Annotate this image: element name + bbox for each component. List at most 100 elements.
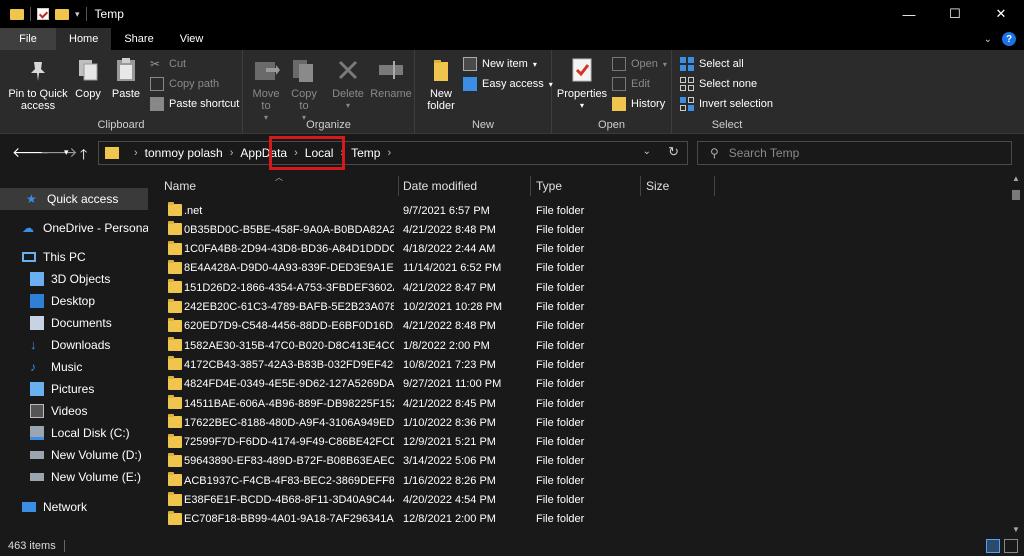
address-bar[interactable]: › tonmoy polash › AppData › Local › Temp… [98, 141, 688, 165]
nav-local-disk-c[interactable]: Local Disk (C:) [0, 422, 148, 444]
recent-locations-icon[interactable]: ▾ [64, 147, 69, 158]
paste-shortcut-icon [150, 97, 164, 111]
file-type: File folder [536, 416, 585, 429]
refresh-icon[interactable]: ↻ [668, 144, 679, 160]
select-none-button[interactable]: Select none [680, 75, 757, 93]
computer-icon [22, 252, 36, 262]
table-row[interactable]: 1582AE30-315B-47C0-B020-D8C413E4CC44 1/8/… [148, 336, 1008, 355]
table-row[interactable]: ACB1937C-F4CB-4F83-BEC2-3869DEFF8A... 1/1… [148, 471, 1008, 490]
table-row[interactable]: 8E4A428A-D9D0-4A93-839F-DED3E9A1E5... 11/… [148, 259, 1008, 278]
copy-icon [79, 60, 98, 81]
table-row[interactable]: 620ED7D9-C548-4456-88DD-E6BF0D16D2... 4/2… [148, 317, 1008, 336]
search-icon: ⚲ [710, 146, 719, 160]
expand-ribbon-icon[interactable]: ⌄ [984, 34, 992, 45]
breadcrumb-user[interactable]: tonmoy polash [145, 146, 223, 160]
copy-button[interactable]: Copy [72, 56, 104, 100]
move-to-button[interactable]: Move to ▾ [249, 56, 283, 124]
window-title: Temp [94, 7, 124, 21]
up-button[interactable]: 🡑 [80, 144, 87, 168]
new-label: New [471, 119, 494, 131]
table-row[interactable]: 4824FD4E-0349-4E5E-9D62-127A5269DA50 9/27… [148, 375, 1008, 394]
table-row[interactable]: 72599F7D-F6DD-4174-9F49-C86BE42FCD1F 12/9… [148, 433, 1008, 452]
table-row[interactable]: .net 9/7/2021 6:57 PM File folder [148, 201, 1008, 220]
tab-view[interactable]: View [167, 28, 217, 50]
file-date: 4/20/2022 4:54 PM [403, 494, 496, 506]
invert-selection-button[interactable]: Invert selection [680, 95, 773, 113]
column-header-type[interactable]: Type [530, 174, 640, 198]
copy-to-button[interactable]: Copy to ▾ [287, 56, 321, 124]
history-button[interactable]: History [612, 95, 665, 113]
delete-button[interactable]: Delete ▾ [331, 56, 365, 112]
new-folder-icon[interactable] [55, 8, 69, 20]
minimize-button[interactable]: — [886, 0, 932, 28]
nav-pictures[interactable]: Pictures [0, 378, 148, 400]
properties-icon[interactable] [37, 8, 49, 20]
nav-onedrive[interactable]: ☁ OneDrive - Personal [0, 217, 152, 239]
rename-button[interactable]: Rename [370, 56, 412, 100]
scroll-thumb[interactable] [1012, 190, 1020, 200]
table-row[interactable]: 17622BEC-8188-480D-A9F4-3106A949ED4E 1/10… [148, 413, 1008, 432]
paste-button[interactable]: Paste [110, 56, 142, 100]
nav-videos[interactable]: Videos [0, 400, 148, 422]
cut-button[interactable]: ✂ Cut [150, 55, 186, 73]
forward-button[interactable]: 🡒 [40, 144, 78, 161]
file-date: 4/21/2022 8:47 PM [403, 281, 496, 294]
breadcrumb-temp[interactable]: Temp [351, 146, 380, 160]
quick-access-toolbar: ▾ [0, 7, 87, 21]
maximize-button[interactable]: ☐ [932, 0, 978, 28]
large-icons-view-icon[interactable] [1004, 539, 1018, 553]
nav-new-volume-d[interactable]: New Volume (D:) [0, 444, 148, 466]
easy-access-button[interactable]: Easy access ▾ [463, 75, 553, 93]
select-all-button[interactable]: Select all [680, 55, 744, 73]
column-header-date[interactable]: Date modified [398, 174, 530, 198]
open-button[interactable]: Open ▾ [612, 55, 667, 73]
file-name: 1582AE30-315B-47C0-B020-D8C413E4CC44 [184, 339, 394, 352]
paste-shortcut-button[interactable]: Paste shortcut [150, 95, 239, 113]
column-header-size[interactable]: Size [640, 174, 714, 198]
table-row[interactable]: 242EB20C-61C3-4789-BAFB-5E2B23A07810 10/2… [148, 298, 1008, 317]
desktop-icon [30, 294, 44, 308]
table-row[interactable]: 14511BAE-606A-4B96-889F-DB98225F1520 4/21… [148, 394, 1008, 413]
tab-file[interactable]: File [0, 28, 56, 50]
properties-button[interactable]: Properties ▾ [556, 56, 608, 112]
tab-share[interactable]: Share [111, 28, 166, 50]
nav-music[interactable]: ♪ Music [0, 356, 148, 378]
copy-path-icon [150, 77, 164, 91]
tab-home[interactable]: Home [56, 28, 112, 50]
nav-network[interactable]: Network [0, 496, 148, 518]
table-row[interactable]: 1C0FA4B8-2D94-43D8-BD36-A84D1DDDC... 4/18… [148, 240, 1008, 259]
file-name: 1C0FA4B8-2D94-43D8-BD36-A84D1DDDC... [184, 243, 394, 256]
table-row[interactable]: E38F6E1F-BCDD-4B68-8F11-3D40A9C44415 4/20… [148, 491, 1008, 510]
table-row[interactable]: 59643890-EF83-489D-B72F-B08B63EAECB6 3/14… [148, 452, 1008, 471]
file-date: 1/16/2022 8:26 PM [403, 474, 496, 487]
customize-toolbar-icon[interactable]: ▾ [75, 9, 80, 20]
nav-documents[interactable]: Documents [0, 312, 148, 334]
help-icon[interactable]: ? [1002, 32, 1016, 46]
table-row[interactable]: 0B35BD0C-B5BE-458F-9A0A-B0BDA82A2... 4/21… [148, 220, 1008, 239]
new-item-button[interactable]: New item ▾ [463, 55, 537, 73]
column-header-name[interactable]: ︿ Name [148, 173, 398, 198]
nav-this-pc[interactable]: This PC [0, 246, 148, 268]
search-box[interactable]: ⚲ Search Temp [697, 141, 1012, 165]
scroll-up-icon[interactable]: ▲ [1012, 174, 1020, 183]
pin-to-quick-access-button[interactable]: Pin to Quick access [6, 56, 70, 112]
edit-button[interactable]: Edit [612, 75, 650, 93]
new-folder-button[interactable]: New folder [421, 56, 461, 112]
table-row[interactable]: 4172CB43-3857-42A3-B83B-032FD9EF425C 10/8… [148, 355, 1008, 374]
vertical-scrollbar[interactable]: ▲ ▼ [1008, 172, 1024, 536]
scroll-down-icon[interactable]: ▼ [1012, 525, 1020, 534]
close-button[interactable]: ✕ [978, 0, 1024, 28]
table-row[interactable]: 151D26D2-1866-4354-A753-3FBDEF3602A5 4/21… [148, 278, 1008, 297]
nav-3d-objects[interactable]: 3D Objects [0, 268, 148, 290]
table-row[interactable]: EC708F18-BB99-4A01-9A18-7AF296341A22 12/8… [148, 510, 1008, 529]
nav-quick-access[interactable]: ★ Quick access [0, 188, 148, 210]
file-date: 1/10/2022 8:36 PM [403, 416, 496, 429]
search-input[interactable]: Search Temp [729, 146, 799, 160]
nav-desktop[interactable]: Desktop [0, 290, 148, 312]
nav-new-volume-e[interactable]: New Volume (E:) [0, 466, 148, 488]
copy-path-button[interactable]: Copy path [150, 75, 219, 93]
address-dropdown-icon[interactable]: ⌄ [643, 146, 651, 157]
nav-downloads[interactable]: ↓ Downloads [0, 334, 148, 356]
details-view-icon[interactable] [986, 539, 1000, 553]
folder-icon [168, 240, 182, 255]
